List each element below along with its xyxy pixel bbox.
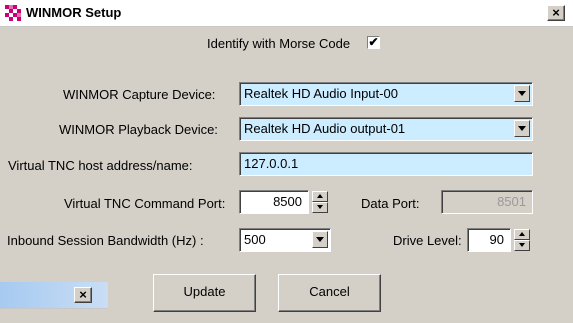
host-value: 127.0.0.1: [244, 156, 299, 171]
drive-level-input[interactable]: 90: [467, 228, 511, 252]
window-title: WINMOR Setup: [26, 5, 122, 20]
spin-up-icon[interactable]: [312, 191, 328, 202]
data-port-input: 8501: [441, 190, 533, 214]
data-port-label: Data Port:: [361, 196, 420, 211]
playback-device-value: Realtek HD Audio output-01: [244, 121, 406, 136]
close-icon: ×: [552, 5, 560, 20]
winmor-setup-dialog: WINMOR Setup × Identify with Morse Code …: [0, 0, 573, 323]
bandwidth-select[interactable]: 500: [239, 228, 331, 252]
identify-label: Identify with Morse Code: [207, 36, 351, 51]
drive-level-spinner[interactable]: [514, 229, 530, 251]
cancel-button[interactable]: Cancel: [278, 274, 381, 312]
chevron-down-icon[interactable]: [514, 120, 530, 137]
capture-device-value: Realtek HD Audio Input-00: [244, 86, 398, 101]
background-window: ×: [0, 282, 108, 323]
command-port-spinner[interactable]: [312, 191, 328, 213]
close-button[interactable]: ×: [547, 5, 565, 21]
drive-level-label: Drive Level:: [393, 233, 462, 248]
bandwidth-value: 500: [244, 232, 266, 247]
command-port-value: 8500: [273, 194, 302, 209]
bandwidth-label: Inbound Session Bandwidth (Hz) :: [7, 233, 204, 248]
playback-device-label: WINMOR Playback Device:: [59, 122, 218, 137]
playback-device-select[interactable]: Realtek HD Audio output-01: [239, 117, 533, 141]
cancel-button-label: Cancel: [309, 284, 350, 299]
command-port-label: Virtual TNC Command Port:: [64, 196, 226, 211]
spin-down-icon[interactable]: [312, 202, 328, 213]
chevron-down-icon[interactable]: [312, 231, 328, 248]
command-port-input[interactable]: 8500: [239, 190, 309, 214]
capture-device-label: WINMOR Capture Device:: [63, 87, 216, 102]
capture-device-select[interactable]: Realtek HD Audio Input-00: [239, 82, 533, 106]
update-button-label: Update: [183, 284, 226, 299]
close-icon: ×: [79, 287, 87, 302]
app-icon: [5, 5, 21, 21]
update-button[interactable]: Update: [153, 274, 256, 312]
spin-down-icon[interactable]: [514, 240, 530, 251]
host-label: Virtual TNC host address/name:: [8, 158, 193, 173]
title-bar: WINMOR Setup ×: [0, 0, 573, 27]
spin-up-icon[interactable]: [514, 229, 530, 240]
host-input[interactable]: 127.0.0.1: [239, 152, 533, 176]
drive-level-value: 90: [489, 232, 504, 247]
data-port-value: 8501: [497, 194, 526, 209]
background-close-button[interactable]: ×: [74, 287, 92, 303]
chevron-down-icon[interactable]: [514, 85, 530, 102]
identify-checkbox[interactable]: ✔: [367, 36, 380, 49]
checkmark-icon: ✔: [368, 35, 379, 49]
